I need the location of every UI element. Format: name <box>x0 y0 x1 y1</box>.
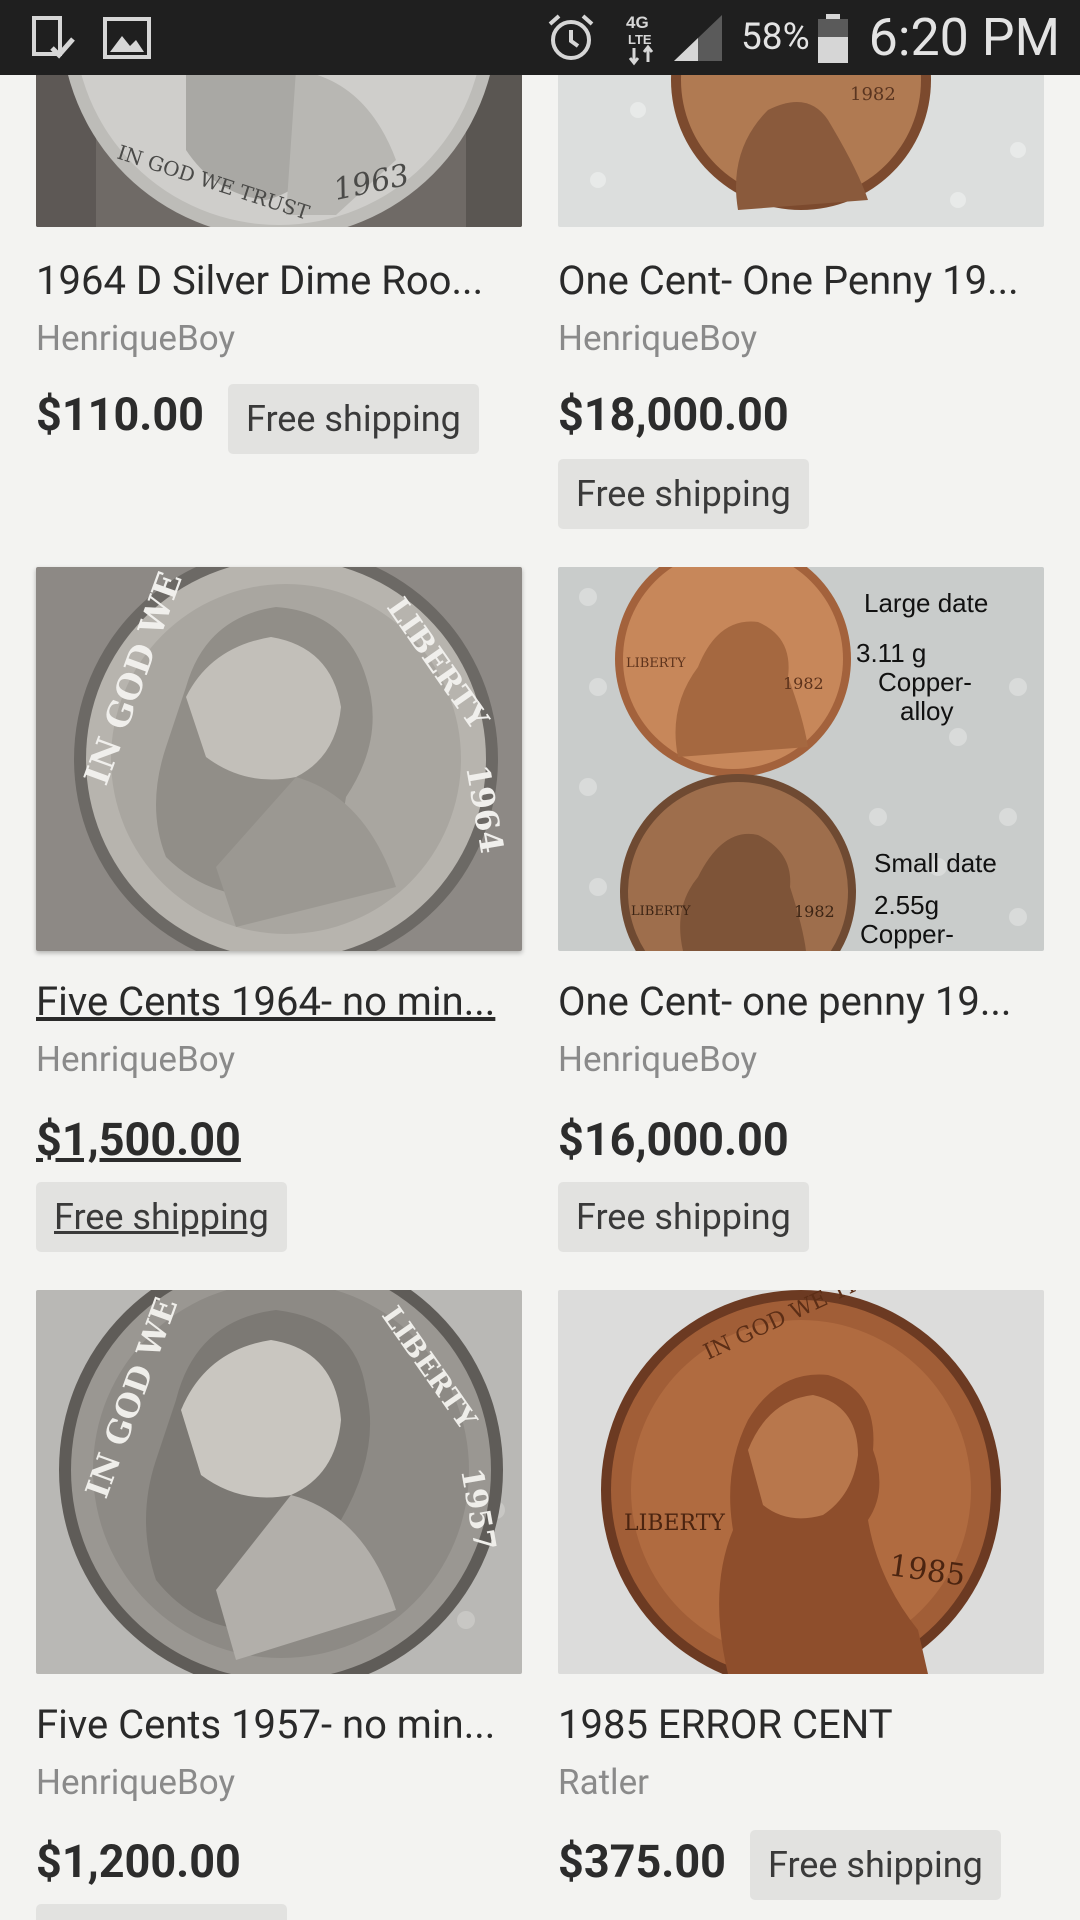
listing-image[interactable]: 1982 <box>558 75 1044 227</box>
listing-image[interactable]: IN GOD WE TRUST LIBERTY 1957 <box>36 1290 522 1674</box>
annotation-large-date: Large date <box>864 588 988 618</box>
annotation-large-material-2: alloy <box>900 696 953 726</box>
listing-price: $375.00 <box>558 1835 726 1888</box>
seller-name: HenriqueBoy <box>36 318 236 359</box>
coin-year: 1982 <box>850 84 896 105</box>
image-icon <box>102 0 152 75</box>
shipping-badge: Free shipping <box>36 1904 287 1920</box>
listing-card[interactable]: IN GOD WE TRUST LIBERTY 1957 Five Cents … <box>36 1290 522 1850</box>
listing-card[interactable]: 1982 One Cent- One Penny 19... HenriqueB… <box>558 75 1044 600</box>
coin-liberty: LIBERTY <box>626 656 686 671</box>
coin-year-bottom: 1982 <box>794 902 835 921</box>
battery-percent: 58% <box>741 16 810 59</box>
svg-text:LTE: LTE <box>628 32 652 47</box>
listing-price[interactable]: $1,500.00 <box>36 1113 241 1167</box>
coin-liberty: LIBERTY <box>624 1511 725 1536</box>
listing-price: $110.00 <box>36 388 204 441</box>
shipping-badge: Free shipping <box>36 1182 287 1252</box>
listing-price: $1,200.00 <box>36 1835 241 1888</box>
svg-text:4G: 4G <box>626 13 649 32</box>
annotation-small-material: Copper- <box>860 919 954 949</box>
seller-name: HenriqueBoy <box>558 318 758 359</box>
listing-title[interactable]: 1985 ERROR CENT <box>558 1701 1044 1749</box>
listing-title[interactable]: One Cent- one penny 19... <box>558 978 1044 1026</box>
listing-image[interactable]: IN GOD WE TRUST LIBERTY 1964 <box>36 567 522 951</box>
listing-grid[interactable]: IN GOD WE TRUST 1963 1964 D Silver Dime … <box>0 75 1080 1920</box>
network-4g-icon: 4G LTE <box>622 0 662 75</box>
listing-price: $18,000.00 <box>558 388 789 441</box>
listing-image[interactable]: IN GOD WE TRUST LIBERTY 1985 <box>558 1290 1044 1674</box>
coin-liberty-bottom: LIBERTY <box>631 904 691 919</box>
seller-name: HenriqueBoy <box>558 1039 758 1080</box>
annotation-small-date: Small date <box>874 848 997 878</box>
annotation-large-weight: 3.11 g <box>856 638 926 668</box>
download-done-icon <box>30 0 78 75</box>
seller-name: HenriqueBoy <box>36 1039 236 1080</box>
listing-price: $16,000.00 <box>558 1113 789 1166</box>
annotation-small-weight: 2.55g <box>874 890 939 920</box>
annotation-large-material: Copper- <box>878 667 972 697</box>
shipping-badge: Free shipping <box>228 384 479 454</box>
alarm-icon <box>545 0 597 75</box>
seller-name: Ratler <box>558 1762 649 1803</box>
listing-title[interactable]: One Cent- One Penny 19... <box>558 257 1044 305</box>
signal-icon <box>672 0 724 75</box>
status-bar: 4G LTE 58% 6:20 PM <box>0 0 1080 75</box>
listing-image[interactable]: LIBERTY 1982 LIBERTY 1982 Large date 3.1… <box>558 567 1044 951</box>
shipping-badge: Free shipping <box>558 459 809 529</box>
shipping-badge: Free shipping <box>558 1182 809 1252</box>
listing-card[interactable]: IN GOD WE TRUST LIBERTY 1964 Five Cents … <box>36 567 522 1127</box>
shipping-badge: Free shipping <box>750 1830 1001 1900</box>
clock: 6:20 PM <box>868 7 1060 68</box>
listing-card[interactable]: IN GOD WE TRUST LIBERTY 1985 1985 ERROR … <box>558 1290 1044 1850</box>
listing-title[interactable]: Five Cents 1964- no min... <box>36 978 522 1026</box>
coin-year-top: 1982 <box>783 674 824 693</box>
listing-image[interactable]: IN GOD WE TRUST 1963 <box>36 75 522 227</box>
listing-card[interactable]: LIBERTY 1982 LIBERTY 1982 Large date 3.1… <box>558 567 1044 1127</box>
listing-title[interactable]: Five Cents 1957- no min... <box>36 1701 522 1749</box>
listing-title[interactable]: 1964 D Silver Dime Roo... <box>36 257 522 305</box>
battery-icon <box>816 0 850 75</box>
seller-name: HenriqueBoy <box>36 1762 236 1803</box>
listing-card[interactable]: IN GOD WE TRUST 1963 1964 D Silver Dime … <box>36 75 522 520</box>
